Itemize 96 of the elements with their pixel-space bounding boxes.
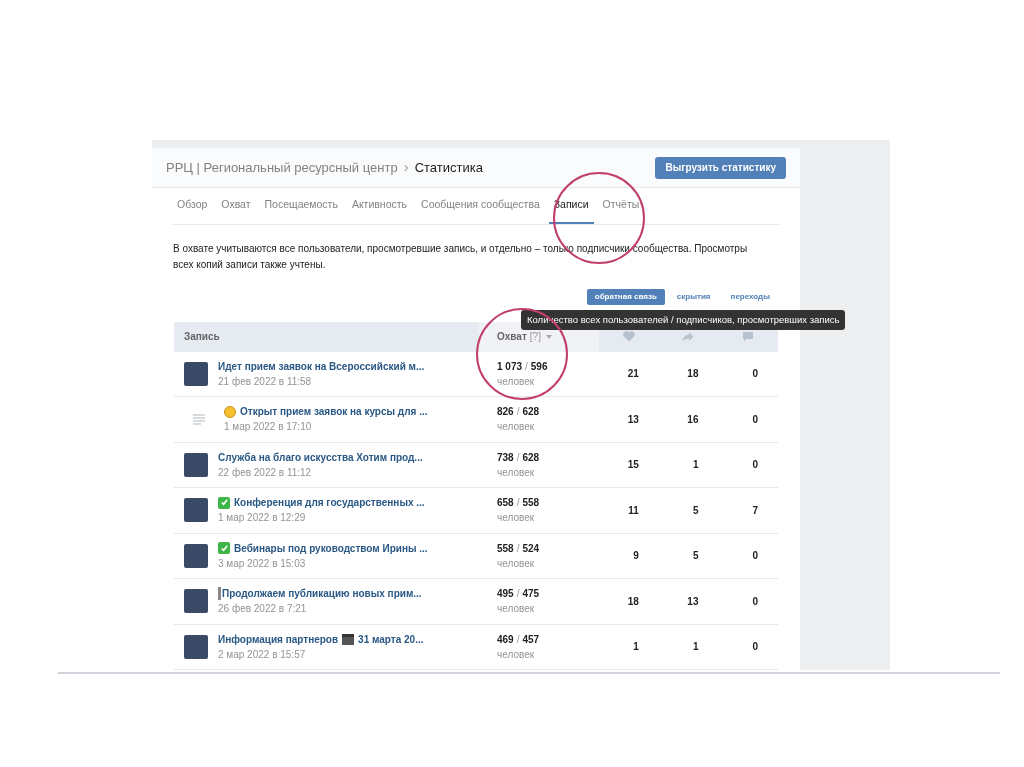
reach-all-value: 826 (497, 405, 514, 420)
likes-count: 11 (627, 503, 639, 518)
sort-caret-icon[interactable] (545, 334, 552, 339)
reach-separator: / (516, 587, 520, 602)
likes-count: 21 (626, 367, 639, 382)
shares-count: 16 (686, 412, 699, 427)
comments-count: 0 (751, 594, 759, 609)
tab[interactable]: Посещаемость (259, 188, 343, 224)
reach-all-value: 658 (497, 496, 514, 511)
reach-separator: / (516, 496, 520, 511)
reach-all-value: 558 (497, 541, 514, 556)
filter-tab[interactable]: скрытия (668, 288, 719, 305)
photo-placeholder (184, 498, 208, 523)
reach-unit: человек (497, 420, 536, 435)
checkmark-icon (218, 542, 230, 555)
shares-count: 1 (691, 640, 699, 655)
filter-tab[interactable]: переходы (722, 288, 778, 305)
post-title-link[interactable]: Открыт прием заявок на курсы для ... (240, 404, 428, 420)
text-lines-icon (192, 413, 206, 426)
photo-placeholder (184, 634, 208, 659)
comments-count: 0 (751, 458, 759, 473)
reach-separator: / (525, 359, 528, 374)
reach-separator: / (516, 541, 520, 556)
post-title-link[interactable]: Конференция для государственных ... (234, 495, 425, 511)
post-date: 1 мар 2022 в 17:10 (224, 420, 313, 435)
clapperboard-icon (342, 633, 355, 645)
emoji-face-icon (224, 405, 236, 418)
reach-subscribers-value: 558 (522, 496, 540, 511)
shares-count: 5 (691, 549, 699, 564)
photo-placeholder (184, 589, 208, 614)
post-title-link[interactable]: Служба на благо искусства Хотим прод... (218, 449, 423, 465)
bar-icon (218, 587, 221, 601)
likes-count: 9 (632, 549, 639, 564)
post-title-link[interactable]: Продолжаем публикацию новых прим... (222, 586, 422, 602)
likes-count: 15 (626, 458, 639, 473)
post-date: 22 фев 2022 в 11:12 (218, 465, 313, 480)
likes-count: 18 (626, 594, 639, 609)
reach-unit: человек (497, 602, 536, 617)
column-header: Запись (183, 330, 221, 344)
shares-count: 18 (686, 367, 699, 382)
shares-count: 5 (691, 503, 699, 518)
group-name[interactable]: РРЦ | Региональный ресурсный центр (166, 157, 398, 178)
reach-subscribers-value: 628 (522, 405, 540, 420)
comments-count: 7 (751, 503, 759, 518)
reach-subscribers-value: 475 (522, 587, 540, 602)
page-title: Статистика (414, 158, 483, 177)
reach-subscribers-value: 596 (530, 359, 548, 374)
photo-placeholder (184, 543, 208, 568)
reach-unit: человек (497, 374, 536, 389)
reach-separator: / (516, 632, 520, 647)
reach-subscribers-value: 628 (522, 450, 540, 465)
post-title-link[interactable]: Идет прием заявок на Всероссийский м... (218, 358, 425, 374)
likes-count: 13 (626, 412, 639, 427)
post-date: 21 фев 2022 в 11:58 (218, 374, 313, 389)
likes-count: 1 (632, 640, 639, 655)
tab[interactable]: Активность (346, 188, 413, 224)
comment-icon (742, 331, 755, 342)
reach-separator: / (516, 405, 520, 420)
post-date: 3 мар 2022 в 15:03 (218, 556, 307, 571)
reach-all-value: 1 073 (497, 359, 523, 374)
post-title-link[interactable]: Информация партнеров (218, 631, 339, 647)
reach-unit: человек (497, 465, 536, 480)
reach-separator: / (516, 450, 520, 465)
photo-placeholder (184, 452, 208, 477)
post-title-link[interactable]: Вебинары под руководством Ирины ... (234, 540, 428, 556)
reach-all-value: 738 (497, 450, 514, 465)
comments-count: 0 (751, 549, 759, 564)
reach-all-value: 469 (497, 632, 514, 647)
tab[interactable]: Обзор (172, 188, 213, 224)
checkmark-icon (218, 496, 230, 509)
reach-subscribers-value: 457 (522, 632, 540, 647)
photo-placeholder (184, 361, 208, 386)
comments-count: 0 (751, 412, 759, 427)
shares-count: 1 (691, 458, 699, 473)
post-date: 2 мар 2022 в 15:57 (218, 647, 307, 662)
reach-unit: человек (497, 556, 536, 571)
export-stats-button[interactable]: Выгрузить статистику (655, 156, 786, 179)
tab[interactable]: Сообщения сообщества (416, 188, 545, 224)
comments-count: 0 (751, 367, 759, 382)
reach-all-value: 495 (497, 587, 514, 602)
help-link[interactable]: [?] (529, 329, 541, 344)
reach-subscribers-value: 524 (522, 541, 540, 556)
post-date: 26 фев 2022 в 7:21 (218, 602, 308, 617)
filter-tab[interactable]: обратная связь (586, 288, 665, 305)
tab[interactable]: Охват (216, 188, 256, 224)
heart-icon (622, 331, 635, 342)
reach-unit: человек (497, 511, 536, 526)
comments-count: 0 (751, 640, 759, 655)
share-arrow-icon (682, 331, 695, 342)
tab[interactable]: Отчёты (597, 188, 645, 224)
breadcrumb-separator: › (403, 157, 409, 178)
column-header[interactable]: Охват (497, 329, 527, 344)
post-date: 1 мар 2022 в 12:29 (218, 511, 307, 526)
post-title-link[interactable]: 31 марта 20... (358, 631, 424, 647)
shares-count: 13 (686, 594, 699, 609)
reach-unit: человек (497, 647, 536, 662)
